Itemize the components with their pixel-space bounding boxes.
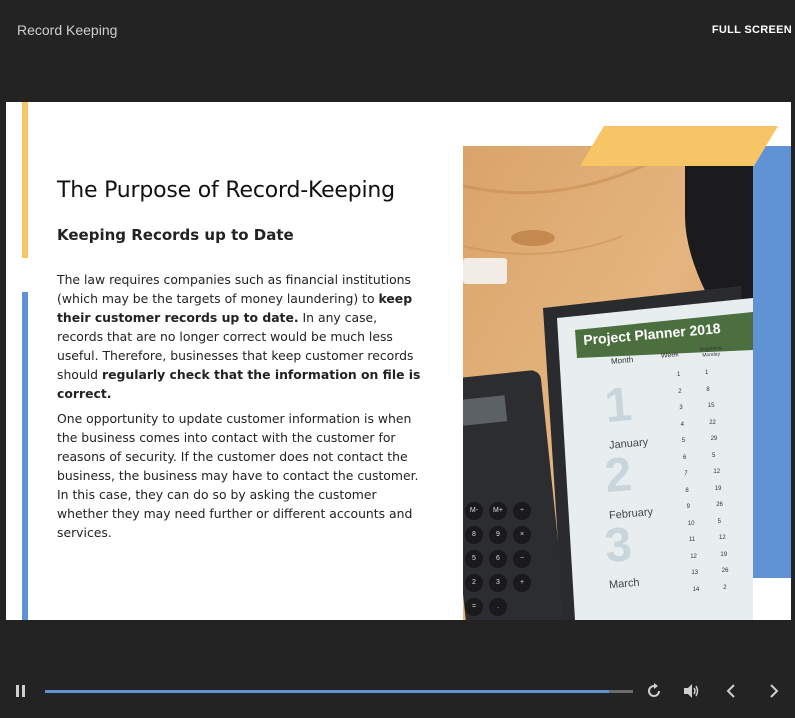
next-icon [770, 684, 779, 698]
planner-day-number: 19 [714, 485, 722, 492]
progress-bar[interactable] [45, 690, 633, 693]
replay-button[interactable] [646, 683, 662, 699]
calculator-key: 2 [465, 574, 483, 592]
planner-week-number: 2 [678, 388, 682, 395]
planner-week-number: 3 [679, 405, 683, 411]
replay-icon [648, 683, 660, 697]
volume-icon [684, 684, 699, 698]
accent-bar-yellow [22, 102, 28, 258]
calculator-key: 8 [465, 526, 483, 544]
planner-month-number: 1 [602, 377, 634, 434]
planner-day-number: 22 [709, 419, 716, 426]
calculator-key: 3 [489, 574, 507, 592]
planner-month-number: 2 [602, 447, 634, 504]
accent-bar-blue [22, 292, 28, 620]
calculator-key: M- [465, 502, 483, 520]
planner-day-number: 26 [721, 568, 729, 574]
volume-button[interactable] [683, 683, 701, 699]
planner-month-number: 3 [602, 517, 634, 574]
paragraph-1-text-a: The law requires companies such as finan… [57, 272, 411, 306]
paragraph-2: One opportunity to update customer infor… [57, 411, 419, 540]
calculator-key: ÷ [513, 502, 531, 520]
decorative-yellow-parallelogram [580, 126, 778, 166]
player-controls [0, 670, 795, 718]
pause-button[interactable] [15, 684, 27, 698]
planner-week-number: 1 [677, 372, 681, 378]
calculator-key: × [513, 526, 531, 544]
paragraph-1-bold-d: regularly check that the information on … [57, 367, 421, 401]
planner-day-number: 1 [705, 370, 709, 376]
course-title: Record Keeping [17, 22, 118, 38]
top-bar: Record Keeping FULL SCREEN [0, 0, 795, 60]
planner-week-number: 4 [680, 421, 684, 428]
calculator-key: = [465, 598, 483, 616]
pause-icon [16, 685, 25, 697]
planner-year: 2018 [688, 320, 722, 339]
calculator-key: + [513, 574, 531, 592]
planner-week-number: 6 [683, 454, 687, 461]
calculator-key: M+ [489, 502, 507, 520]
planner-week-number: 12 [690, 553, 697, 560]
planner-week-number: 10 [687, 520, 695, 527]
calculator-key: . [489, 598, 507, 616]
slide-heading: The Purpose of Record-Keeping [57, 178, 395, 203]
full-screen-button[interactable]: FULL SCREEN [712, 24, 792, 36]
planner-week-number: 11 [689, 537, 696, 543]
calculator-key: 9 [489, 526, 507, 544]
planner-day-number: 15 [707, 403, 715, 409]
calculator-key: 6 [489, 550, 507, 568]
decorative-blue-rectangle [752, 146, 791, 578]
calculator-key: − [513, 550, 531, 568]
planner-day-number: 12 [719, 535, 726, 541]
planner-week-number: 13 [691, 570, 699, 576]
slide: The Purpose of Record-Keeping Keeping Re… [6, 102, 791, 620]
planner-week-number: 7 [684, 471, 688, 477]
planner-week-number: 14 [692, 586, 700, 593]
col-month: Month [610, 355, 634, 366]
progress-fill [45, 690, 610, 693]
planner-day-number: 8 [706, 386, 710, 393]
planner-photo: Project Planner 2018 Month Week Beginnin… [463, 146, 753, 620]
planner-day-number: 5 [712, 452, 716, 459]
slide-subheading: Keeping Records up to Date [57, 226, 294, 244]
planner-week-number: 8 [685, 487, 689, 494]
planner-day-number: 2 [723, 584, 727, 591]
planner-day-number: 12 [713, 469, 721, 475]
previous-button[interactable] [725, 683, 737, 699]
planner-day-number: 5 [717, 518, 721, 525]
calculator-key: 5 [465, 550, 483, 568]
planner-week-number: 9 [686, 504, 690, 510]
planner-week-number: 5 [681, 438, 686, 444]
prev-icon [726, 684, 735, 698]
planner-day-number: 26 [716, 502, 723, 508]
planner-day-number: 19 [720, 551, 728, 558]
planner-day-number: 29 [710, 436, 718, 442]
paragraph-1: The law requires companies such as finan… [57, 270, 421, 403]
next-button[interactable] [768, 683, 780, 699]
